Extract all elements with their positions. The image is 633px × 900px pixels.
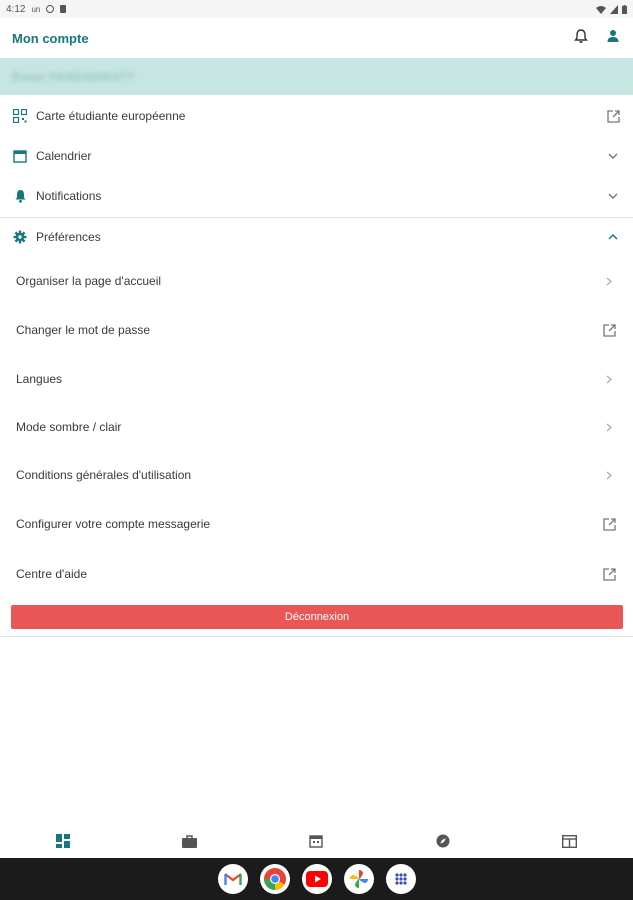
gmail-icon[interactable] [217, 864, 248, 894]
pref-item-label: Organiser la page d'accueil [16, 274, 162, 288]
gear-icon [12, 229, 28, 245]
pref-item-label: Conditions générales d'utilisation [16, 468, 192, 482]
pref-item-dark-mode[interactable]: Mode sombre / clair [0, 404, 633, 450]
external-link-icon [601, 322, 617, 338]
divider [0, 636, 633, 637]
pref-item-home-layout[interactable]: Organiser la page d'accueil [0, 258, 633, 304]
pref-item-label: Langues [16, 372, 63, 386]
status-sync-icon [46, 5, 55, 13]
user-banner: Ewan PARENDRATT [0, 58, 633, 95]
signal-icon [610, 4, 618, 14]
photos-icon[interactable] [343, 864, 374, 894]
pref-item-help-center[interactable]: Centre d'aide [0, 551, 633, 597]
menu-item-label: Préférences [36, 230, 101, 244]
pref-item-label: Changer le mot de passe [16, 323, 151, 337]
menu-item-preferences[interactable]: Préférences [0, 217, 633, 257]
chevron-right-icon [601, 467, 617, 483]
page-title: Mon compte [12, 30, 89, 46]
calendar-icon[interactable] [286, 826, 346, 856]
dashboard-icon[interactable] [33, 826, 93, 856]
menu-item-label: Notifications [36, 189, 102, 203]
briefcase-icon[interactable] [160, 826, 220, 856]
external-link-icon [605, 108, 621, 124]
external-link-icon [601, 516, 617, 532]
bell-icon[interactable] [573, 28, 589, 49]
app-drawer-icon[interactable] [385, 864, 416, 894]
status-time: 4:12 [6, 3, 26, 15]
battery-icon [622, 4, 627, 14]
youtube-icon[interactable] [301, 864, 332, 894]
menu-item-notifications[interactable]: Notifications [0, 176, 633, 216]
chevron-right-icon [601, 371, 617, 387]
bell-filled-icon [12, 188, 28, 204]
menu-item-european-card[interactable]: Carte étudiante européenne [0, 96, 633, 136]
chevron-down-icon [605, 188, 621, 204]
status-clipboard-icon [60, 5, 67, 13]
pref-item-terms[interactable]: Conditions générales d'utilisation [0, 452, 633, 498]
chevron-down-icon [605, 148, 621, 164]
user-name: Ewan PARENDRATT [12, 69, 136, 84]
pref-item-label: Configurer votre compte messagerie [16, 517, 211, 531]
pref-item-languages[interactable]: Langues [0, 356, 633, 402]
menu-item-label: Carte étudiante européenne [36, 109, 186, 123]
account-icon[interactable] [605, 28, 621, 49]
bottom-navigation [0, 824, 633, 858]
menu-item-calendar[interactable]: Calendrier [0, 136, 633, 176]
pref-item-label: Centre d'aide [16, 567, 88, 581]
chrome-icon[interactable] [259, 864, 290, 894]
logout-button[interactable]: Déconnexion [11, 605, 623, 629]
app-bar: Mon compte [0, 18, 633, 58]
pref-item-label: Mode sombre / clair [16, 420, 122, 434]
wifi-icon [596, 5, 606, 14]
menu-item-label: Calendrier [36, 149, 92, 163]
chevron-right-icon [601, 419, 617, 435]
layout-icon[interactable] [540, 826, 600, 856]
external-link-icon [601, 566, 617, 582]
status-bar: 4:12 un [0, 0, 633, 18]
chevron-right-icon [601, 273, 617, 289]
pref-item-change-password[interactable]: Changer le mot de passe [0, 307, 633, 353]
calendar-icon [12, 148, 28, 164]
pref-item-mail-account[interactable]: Configurer votre compte messagerie [0, 501, 633, 547]
compass-icon[interactable] [413, 826, 473, 856]
status-ampm: un [31, 4, 41, 14]
chevron-up-icon [605, 229, 621, 245]
qr-code-icon [12, 108, 28, 124]
system-dock [0, 858, 633, 900]
